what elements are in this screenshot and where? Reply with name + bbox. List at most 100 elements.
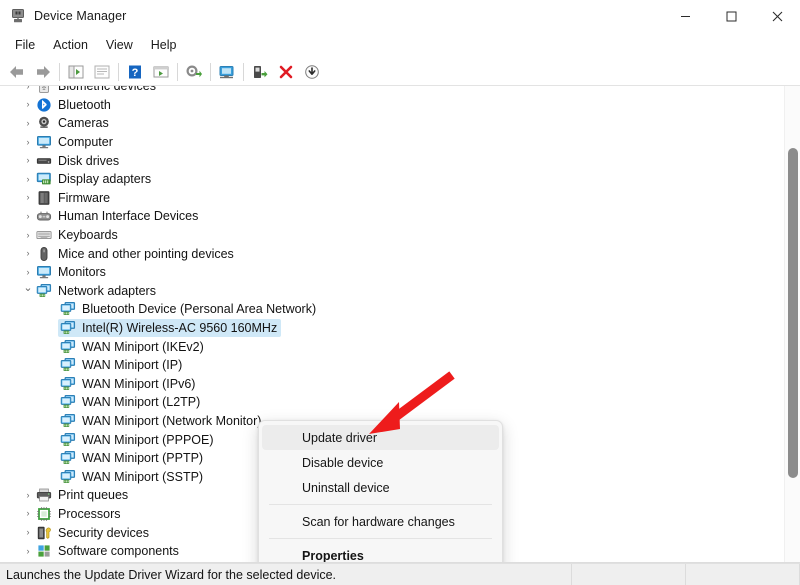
context-menu-item[interactable]: Update driver xyxy=(262,425,499,450)
tree-item-label: WAN Miniport (IP) xyxy=(82,358,183,373)
download-icon[interactable] xyxy=(299,60,325,84)
tree-item-content: WAN Miniport (IP) xyxy=(58,356,186,374)
menu-view[interactable]: View xyxy=(97,35,142,55)
menu-help[interactable]: Help xyxy=(142,35,186,55)
tree-item[interactable]: Intel(R) Wireless-AC 9560 160MHz xyxy=(0,319,778,338)
help-icon[interactable]: ? xyxy=(122,60,148,84)
status-segment-2 xyxy=(572,563,686,585)
context-menu-separator xyxy=(269,504,492,505)
tree-item-content: Computer xyxy=(34,133,117,151)
tree-item[interactable]: ⌄ Network adapters xyxy=(0,282,778,301)
tree-item-label: Monitors xyxy=(58,265,106,280)
tree-item[interactable]: Bluetooth Device (Personal Area Network) xyxy=(0,300,778,319)
maximize-button[interactable] xyxy=(708,0,754,32)
tree-item[interactable]: › Display adapters xyxy=(0,170,778,189)
tree-item[interactable]: WAN Miniport (IPv6) xyxy=(0,375,778,394)
tree-item-label: Disk drives xyxy=(58,153,120,168)
toolbar-separator xyxy=(59,62,60,81)
chevron-right-icon[interactable]: › xyxy=(22,174,34,184)
tree-item-label: Network adapters xyxy=(58,283,156,298)
context-menu-item[interactable]: Disable device xyxy=(262,450,499,475)
tree-item-content: WAN Miniport (SSTP) xyxy=(58,468,207,486)
show-hide-action-pane-icon[interactable] xyxy=(148,60,174,84)
enable-device-icon[interactable] xyxy=(247,60,273,84)
toolbar-separator xyxy=(177,62,178,81)
vertical-scrollbar-thumb[interactable] xyxy=(788,148,798,478)
tree-item-content: Firmware xyxy=(34,189,114,207)
chevron-right-icon[interactable]: › xyxy=(22,118,34,128)
network-adapter-icon xyxy=(60,450,76,466)
tree-item[interactable]: › Keyboards xyxy=(0,226,778,245)
chevron-right-icon[interactable]: › xyxy=(22,156,34,165)
tree-item[interactable]: › Cameras xyxy=(0,114,778,133)
tree-item[interactable]: › Computer xyxy=(0,133,778,152)
menu-bar: File Action View Help xyxy=(0,32,800,58)
tree-item[interactable]: WAN Miniport (IKEv2) xyxy=(0,337,778,356)
context-menu-item[interactable]: Properties xyxy=(262,543,499,563)
uninstall-device-icon[interactable] xyxy=(273,60,299,84)
tree-item[interactable]: WAN Miniport (L2TP) xyxy=(0,393,778,412)
context-menu: Update driver Disable device Uninstall dev… xyxy=(258,420,503,563)
chevron-right-icon[interactable]: › xyxy=(22,509,34,518)
chevron-right-icon[interactable]: › xyxy=(22,546,34,556)
properties-icon[interactable] xyxy=(89,60,115,84)
tree-item-label: WAN Miniport (SSTP) xyxy=(82,469,204,484)
firmware-icon xyxy=(36,190,52,206)
tree-item[interactable]: › Human Interface Devices xyxy=(0,207,778,226)
window-title: Device Manager xyxy=(34,9,127,23)
tree-item-content: Keyboards xyxy=(34,226,122,244)
back-arrow-icon[interactable] xyxy=(4,60,30,84)
network-adapter-icon xyxy=(60,432,76,448)
tree-item-label: Bluetooth xyxy=(58,97,111,112)
tree-item-label: Display adapters xyxy=(58,172,152,187)
status-message: Launches the Update Driver Wizard for th… xyxy=(0,563,572,585)
tree-item[interactable]: › Firmware xyxy=(0,189,778,208)
tree-item-content: WAN Miniport (PPTP) xyxy=(58,449,207,467)
chevron-right-icon[interactable]: › xyxy=(22,249,34,258)
network-adapter-icon xyxy=(60,320,76,336)
menu-file[interactable]: File xyxy=(6,35,44,55)
svg-text:?: ? xyxy=(132,67,139,79)
tree-item-content: Human Interface Devices xyxy=(34,207,202,225)
tree-item[interactable]: › Disk drives xyxy=(0,151,778,170)
tree-item[interactable]: › Bluetooth xyxy=(0,96,778,115)
minimize-button[interactable] xyxy=(662,0,708,32)
security-device-icon xyxy=(36,525,52,541)
device-manager-window: Device Manager File Action View Help ? B… xyxy=(0,0,800,585)
chevron-right-icon[interactable]: › xyxy=(22,86,34,91)
tree-item[interactable]: WAN Miniport (IP) xyxy=(0,356,778,375)
chevron-right-icon[interactable]: › xyxy=(22,211,34,221)
processor-icon xyxy=(36,506,52,522)
tree-item[interactable]: › Monitors xyxy=(0,263,778,282)
update-driver-icon[interactable] xyxy=(181,60,207,84)
vertical-scrollbar[interactable] xyxy=(784,86,800,562)
chevron-down-icon[interactable]: ⌄ xyxy=(22,283,34,294)
forward-arrow-icon[interactable] xyxy=(30,60,56,84)
network-adapter-icon xyxy=(60,469,76,485)
toolbar-separator xyxy=(118,62,119,81)
chevron-right-icon[interactable]: › xyxy=(22,137,34,147)
scan-for-hardware-changes-icon[interactable] xyxy=(214,60,240,84)
tree-item-label: Intel(R) Wireless-AC 9560 160MHz xyxy=(82,321,278,336)
chevron-right-icon[interactable]: › xyxy=(22,267,34,277)
chevron-right-icon[interactable]: › xyxy=(22,230,34,240)
chevron-right-icon[interactable]: › xyxy=(22,100,34,109)
context-menu-item[interactable]: Uninstall device xyxy=(262,475,499,500)
chevron-right-icon[interactable]: › xyxy=(22,528,34,537)
toolbar-separator xyxy=(210,62,211,81)
chevron-right-icon[interactable]: › xyxy=(22,193,34,202)
tree-item-content: WAN Miniport (IPv6) xyxy=(58,375,199,393)
tree-item[interactable]: › Mice and other pointing devices xyxy=(0,244,778,263)
chevron-right-icon[interactable]: › xyxy=(22,490,34,500)
close-button[interactable] xyxy=(754,0,800,32)
tree-item-content: WAN Miniport (IKEv2) xyxy=(58,338,208,356)
tree-item-content: Disk drives xyxy=(34,152,123,170)
tree-item-content: Processors xyxy=(34,505,125,523)
network-adapter-icon xyxy=(36,283,52,299)
show-hide-console-tree-icon[interactable] xyxy=(63,60,89,84)
menu-action[interactable]: Action xyxy=(44,35,97,55)
tree-item[interactable]: › Biometric devices xyxy=(0,86,778,96)
tree-item-label: Print queues xyxy=(58,488,129,503)
bluetooth-icon xyxy=(36,97,52,113)
context-menu-item[interactable]: Scan for hardware changes xyxy=(262,509,499,534)
